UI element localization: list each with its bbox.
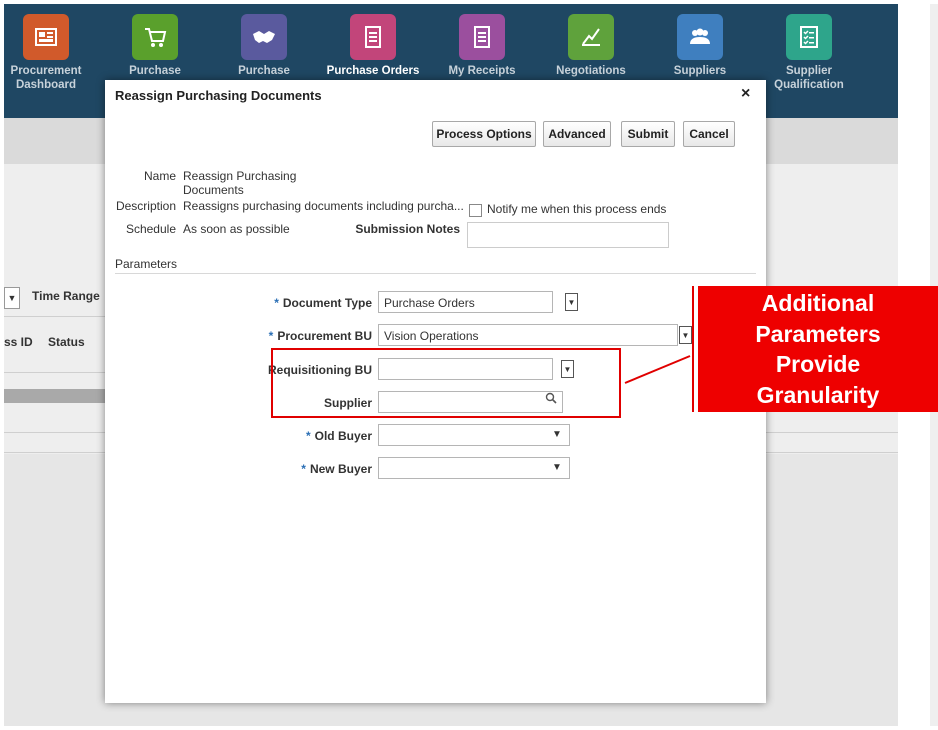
callout-line-2: Parameters xyxy=(755,320,881,347)
callout-line-1: Additional xyxy=(761,290,875,316)
annotation-callout: Additional Parameters Provide Granularit… xyxy=(698,286,938,412)
callout-line-3: Provide xyxy=(775,351,861,377)
callout-line-4: Granularity xyxy=(756,381,880,408)
